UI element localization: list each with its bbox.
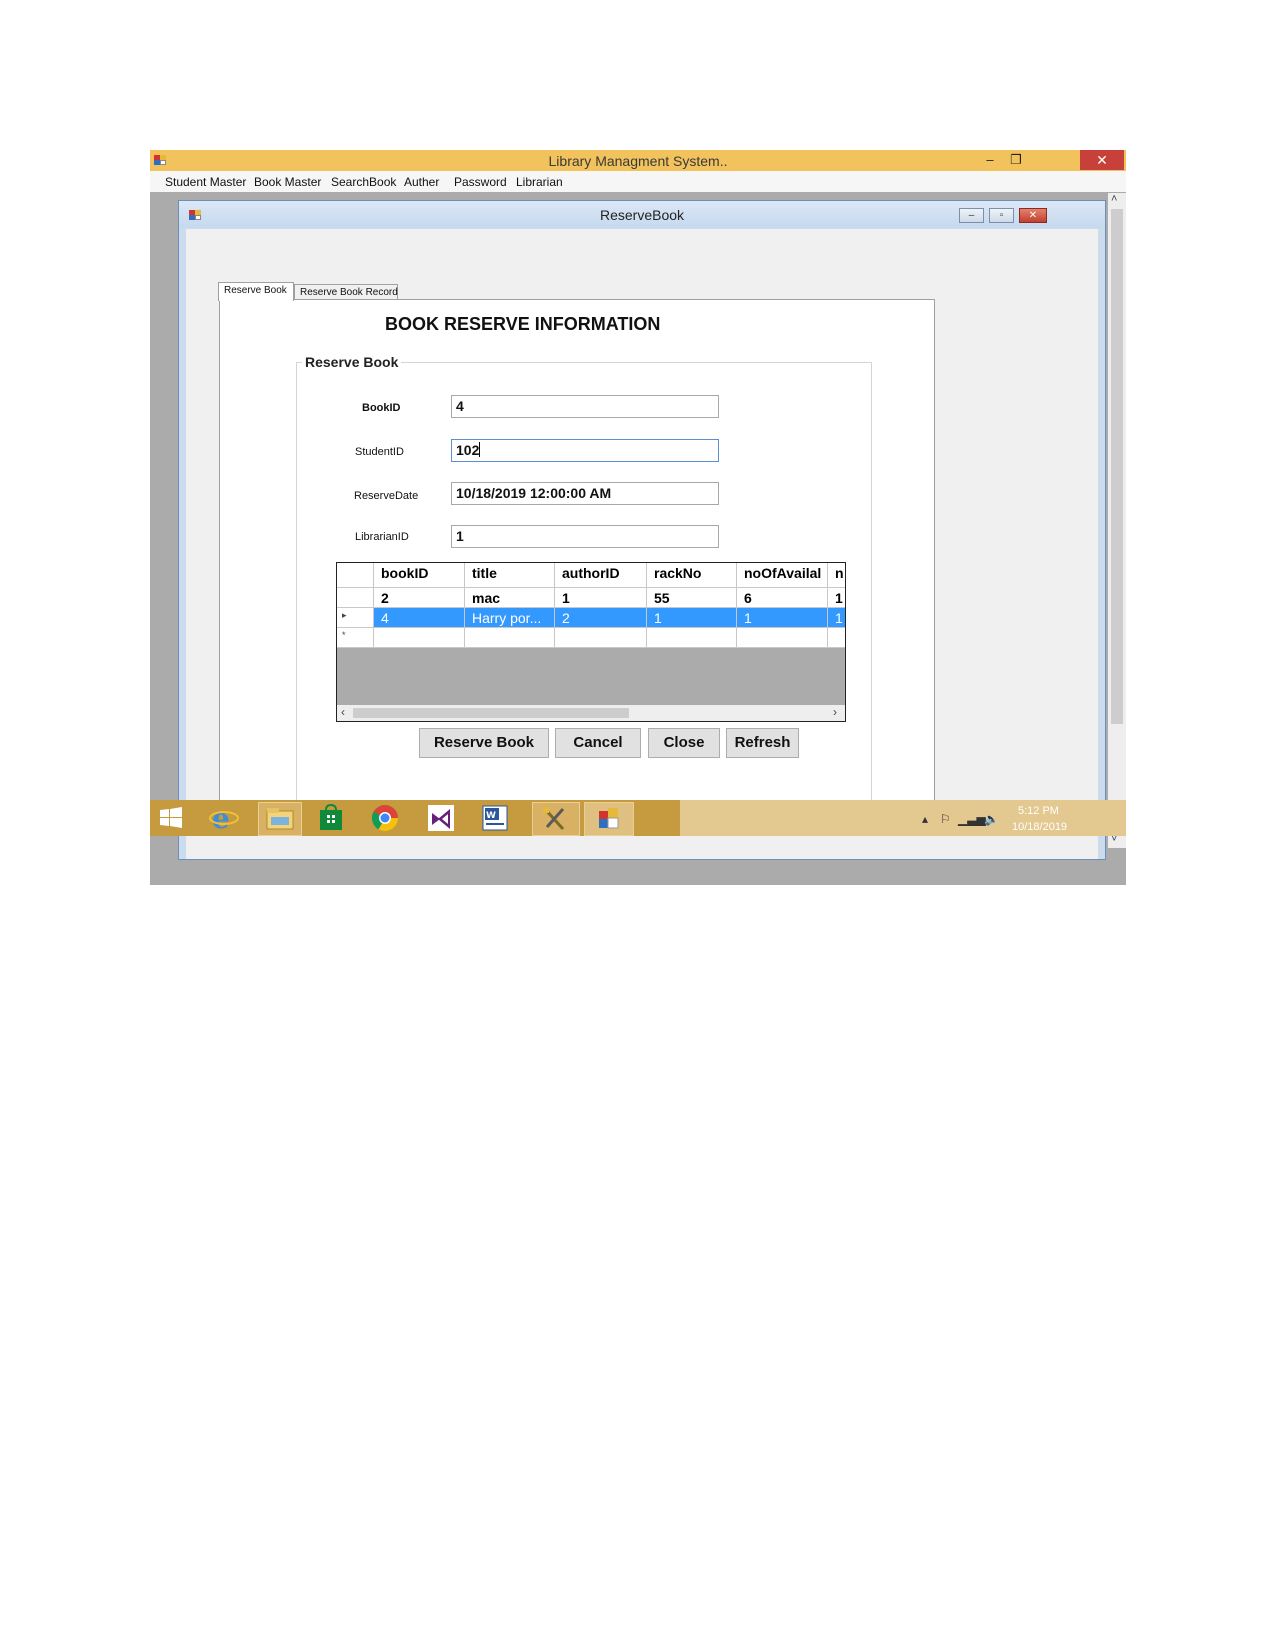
file-explorer-icon[interactable] [258,802,302,836]
studentid-input[interactable]: 102 [451,439,719,462]
grid-cell[interactable]: 2 [555,608,647,628]
vertical-scrollbar[interactable]: ˄ ˅ [1108,193,1126,848]
menu-bar: Student Master Book Master SearchBook Au… [150,171,1126,192]
internet-explorer-icon[interactable]: e [208,802,240,835]
main-titlebar[interactable]: Library Managment System.. ‒ ❐ ✕ [150,150,1126,171]
table-row-new[interactable]: * [337,628,845,648]
child-client-area: Reserve Book Reserve Book Record BOOK RE… [186,229,1098,859]
grid-column-header[interactable]: n [828,563,845,588]
menu-searchbook[interactable]: SearchBook [331,175,396,189]
row-header[interactable] [337,588,374,608]
reserve-book-button[interactable]: Reserve Book [419,728,549,758]
main-window: Library Managment System.. ‒ ❐ ✕ Student… [150,150,1126,885]
scroll-up-icon[interactable]: ˄ [1111,193,1117,205]
grid-corner-cell [337,563,374,588]
library-app-icon[interactable] [584,802,634,836]
table-row-selected[interactable]: ▸ 4 Harry por... 2 1 1 1 [337,608,845,628]
menu-password[interactable]: Password [454,175,507,189]
grid-cell[interactable]: 1 [555,588,647,608]
cancel-button[interactable]: Cancel [555,728,641,758]
grid-horizontal-scrollbar[interactable]: ‹ › [337,705,845,721]
grid-cell[interactable]: 6 [737,588,828,608]
scroll-left-icon[interactable]: ‹ [341,705,345,719]
grid-column-header[interactable]: title [465,563,555,588]
grid-cell[interactable]: 1 [828,608,845,628]
bookid-label: BookID [362,402,401,414]
child-close-button[interactable]: ✕ [1019,208,1047,223]
tools-icon[interactable] [532,802,580,836]
grid-column-header[interactable]: rackNo [647,563,737,588]
menu-auther[interactable]: Auther [404,175,439,189]
grid-cell[interactable]: 2 [374,588,465,608]
grid-cell[interactable]: Harry por... [465,608,555,628]
child-titlebar[interactable]: ReserveBook – ▫ ✕ [179,201,1105,228]
svg-text:W: W [486,811,496,821]
row-header[interactable]: * [337,628,374,648]
child-minimize-button[interactable]: – [959,208,984,223]
grid-cell[interactable] [374,628,465,648]
close-button[interactable]: Close [648,728,720,758]
child-restore-button[interactable]: ▫ [989,208,1014,223]
grid-cell[interactable] [465,628,555,648]
studentid-value: 102 [456,442,480,458]
librarianid-input[interactable]: 1 [451,525,719,548]
menu-librarian[interactable]: Librarian [516,175,563,189]
grid-cell[interactable]: 1 [647,608,737,628]
reservedate-label: ReserveDate [354,490,419,502]
flag-icon[interactable]: ⚐ [940,812,951,826]
scroll-right-icon[interactable]: › [833,705,837,719]
grid-cell[interactable] [647,628,737,648]
grid-cell[interactable] [737,628,828,648]
group-title: Reserve Book [302,354,402,370]
tray-expand-icon[interactable]: ▴ [922,812,928,826]
grid-cell[interactable] [555,628,647,648]
grid-cell[interactable]: 1 [737,608,828,628]
tab-panel: BOOK RESERVE INFORMATION Reserve Book Bo… [219,299,935,806]
text-caret [479,442,481,457]
grid-cell[interactable]: 1 [828,588,845,608]
grid-cell[interactable]: 4 [374,608,465,628]
grid-column-header[interactable]: bookID [374,563,465,588]
clock-time[interactable]: 5:12 PM [1018,805,1059,817]
grid-cell[interactable] [828,628,845,648]
row-header[interactable]: ▸ [337,608,374,628]
volume-icon[interactable]: 🔈 [984,812,999,826]
books-data-grid[interactable]: bookID title authorID rackNo noOfAvailal… [336,562,846,722]
tab-reserve-book[interactable]: Reserve Book [218,282,294,301]
librarianid-label: LibrarianID [355,531,409,543]
grid-header-row: bookID title authorID rackNo noOfAvailal… [337,563,845,588]
reservedate-input[interactable]: 10/18/2019 12:00:00 AM [451,482,719,505]
main-minimize-button[interactable]: ‒ [980,150,1000,170]
studentid-label: StudentID [355,446,404,458]
visual-studio-icon[interactable] [426,803,458,833]
grid-column-header[interactable]: authorID [555,563,647,588]
form-heading: BOOK RESERVE INFORMATION [385,314,661,334]
grid-cell[interactable]: 55 [647,588,737,608]
grid-cell[interactable]: mac [465,588,555,608]
network-icon[interactable]: ▁▃▅ [958,812,986,826]
bookid-input[interactable]: 4 [451,395,719,418]
refresh-button[interactable]: Refresh [726,728,799,758]
reserve-book-window: ReserveBook – ▫ ✕ Reserve Book Reserve B… [178,200,1106,860]
menu-book-master[interactable]: Book Master [254,175,321,189]
main-close-button[interactable]: ✕ [1080,150,1124,170]
scroll-thumb[interactable] [1111,209,1123,724]
store-icon[interactable] [316,803,348,833]
menu-student-master[interactable]: Student Master [165,175,246,189]
grid-scroll-thumb[interactable] [353,708,629,718]
grid-column-header[interactable]: noOfAvailal [737,563,828,588]
chrome-icon[interactable] [370,803,402,833]
svg-text:e: e [212,803,230,833]
windows-start-icon[interactable] [156,803,188,833]
main-restore-button[interactable]: ❐ [1006,150,1026,170]
clock-date[interactable]: 10/18/2019 [1012,821,1067,833]
word-icon[interactable]: W [480,803,512,833]
table-row[interactable]: 2 mac 1 55 6 1 [337,588,845,608]
